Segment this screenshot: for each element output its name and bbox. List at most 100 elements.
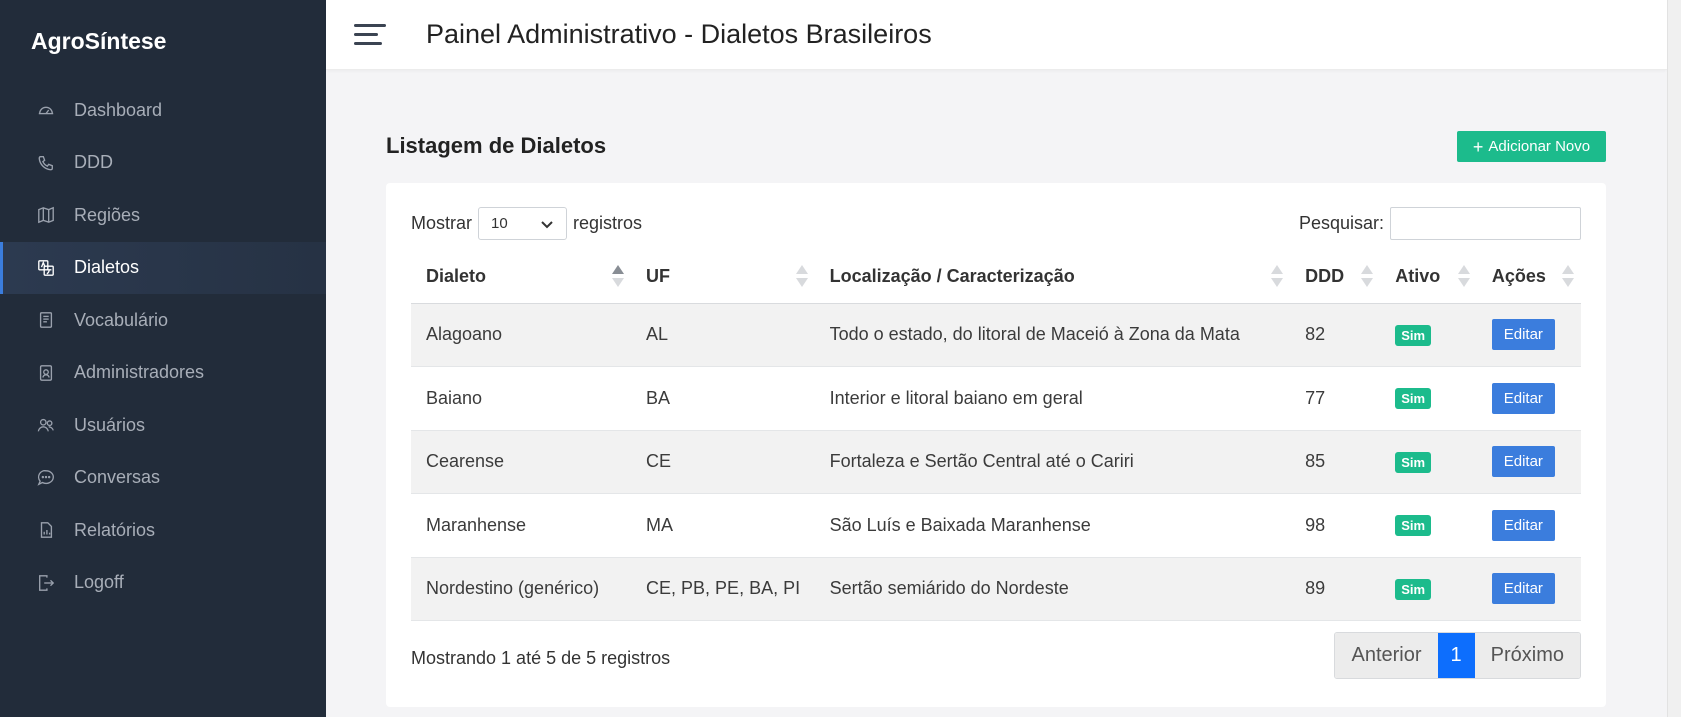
sidebar-item-label: Usuários bbox=[74, 414, 146, 435]
pagination-next[interactable]: Próximo bbox=[1474, 633, 1580, 678]
cell-acoes: Editar bbox=[1476, 366, 1581, 431]
edit-button[interactable]: Editar bbox=[1491, 319, 1555, 351]
sidebar-item-label: Regiões bbox=[74, 204, 141, 225]
sort-icon bbox=[795, 265, 809, 291]
add-new-button[interactable]: + Adicionar Novo bbox=[1457, 131, 1606, 162]
sidebar: AgroSíntese Dashboard DDD Regiões Dialet… bbox=[0, 0, 326, 717]
top-bar: Painel Administrativo - Dialetos Brasile… bbox=[326, 0, 1667, 70]
hamburger-menu-icon[interactable] bbox=[354, 24, 386, 48]
table-row: Baiano BA Interior e litoral baiano em g… bbox=[411, 366, 1581, 431]
sidebar-item-label: DDD bbox=[74, 152, 113, 173]
table-row: Nordestino (genérico) CE, PB, PE, BA, PI… bbox=[411, 557, 1581, 621]
status-badge: Sim bbox=[1395, 388, 1432, 410]
column-header-acoes[interactable]: Ações bbox=[1476, 251, 1581, 304]
page-length-control: Mostrar 10 registros bbox=[411, 207, 642, 240]
edit-button[interactable]: Editar bbox=[1491, 509, 1555, 541]
sidebar-item-label: Dialetos bbox=[74, 257, 140, 278]
sidebar-item-dashboard[interactable]: Dashboard bbox=[0, 84, 326, 137]
chevron-down-icon bbox=[541, 220, 553, 228]
pagination: Anterior 1 Próximo bbox=[1334, 632, 1581, 679]
table-row: Maranhense MA São Luís e Baixada Maranhe… bbox=[411, 493, 1581, 558]
cell-dialeto: Alagoano bbox=[411, 303, 632, 367]
sidebar-item-label: Logoff bbox=[74, 572, 124, 593]
cell-dialeto: Nordestino (genérico) bbox=[411, 557, 632, 621]
show-suffix-label: registros bbox=[573, 213, 643, 233]
cell-uf: MA bbox=[631, 493, 815, 558]
speedometer-icon bbox=[36, 100, 56, 120]
sidebar-item-vocabulario[interactable]: Vocabulário bbox=[0, 294, 326, 347]
journal-icon bbox=[36, 310, 56, 330]
sidebar-item-regioes[interactable]: Regiões bbox=[0, 189, 326, 242]
column-header-label: Dialeto bbox=[426, 266, 487, 287]
search-input[interactable] bbox=[1390, 207, 1581, 240]
status-badge: Sim bbox=[1395, 451, 1432, 473]
brand-logo[interactable]: AgroSíntese bbox=[31, 28, 166, 55]
sidebar-item-conversas[interactable]: Conversas bbox=[0, 452, 326, 505]
page-title: Painel Administrativo - Dialetos Brasile… bbox=[426, 19, 932, 49]
column-header-label: Localização / Caracterização bbox=[829, 266, 1075, 287]
window-scrollbar[interactable] bbox=[1667, 0, 1681, 717]
show-prefix-label: Mostrar bbox=[411, 213, 473, 233]
column-header-dialeto[interactable]: Dialeto bbox=[411, 251, 632, 304]
column-header-ativo[interactable]: Ativo bbox=[1380, 251, 1477, 304]
sort-icon bbox=[1457, 265, 1471, 291]
report-icon bbox=[36, 520, 56, 540]
plus-icon: + bbox=[1472, 136, 1484, 157]
cell-uf: BA bbox=[631, 366, 815, 431]
search-control: Pesquisar: bbox=[1299, 207, 1581, 240]
sidebar-item-label: Dashboard bbox=[74, 99, 163, 120]
page-length-select[interactable]: 10 bbox=[478, 207, 568, 240]
cell-acoes: Editar bbox=[1476, 430, 1581, 494]
cell-ddd: 77 bbox=[1290, 366, 1381, 431]
edit-button[interactable]: Editar bbox=[1491, 573, 1555, 605]
cell-dialeto: Baiano bbox=[411, 366, 632, 431]
cell-ativo: Sim bbox=[1380, 493, 1477, 558]
column-header-label: Ativo bbox=[1395, 266, 1441, 287]
sidebar-item-ddd[interactable]: DDD bbox=[0, 137, 326, 190]
cell-acoes: Editar bbox=[1476, 303, 1581, 367]
edit-button[interactable]: Editar bbox=[1491, 446, 1555, 478]
sidebar-item-administradores[interactable]: Administradores bbox=[0, 347, 326, 400]
cell-ativo: Sim bbox=[1380, 366, 1477, 431]
column-header-localizacao[interactable]: Localização / Caracterização bbox=[814, 251, 1291, 304]
column-header-ddd[interactable]: DDD bbox=[1290, 251, 1381, 304]
cell-dialeto: Cearense bbox=[411, 430, 632, 494]
cell-localizacao: Fortaleza e Sertão Central até o Cariri bbox=[814, 430, 1291, 494]
add-new-label: Adicionar Novo bbox=[1488, 138, 1591, 155]
sort-icon bbox=[611, 265, 625, 291]
sidebar-item-dialetos[interactable]: Dialetos bbox=[0, 241, 326, 294]
pagination-page-1[interactable]: 1 bbox=[1437, 633, 1475, 678]
phone-icon bbox=[36, 153, 56, 173]
cell-uf: CE, PB, PE, BA, PI bbox=[631, 557, 815, 621]
sidebar-item-logoff[interactable]: Logoff bbox=[0, 557, 326, 610]
sidebar-item-usuarios[interactable]: Usuários bbox=[0, 399, 326, 452]
sidebar-item-relatorios[interactable]: Relatórios bbox=[0, 504, 326, 557]
search-label: Pesquisar: bbox=[1298, 213, 1384, 233]
dialects-card: Mostrar 10 registros Pesquisar: Dialeto bbox=[386, 183, 1606, 707]
translate-icon bbox=[36, 258, 56, 278]
chat-icon bbox=[36, 468, 56, 488]
edit-button[interactable]: Editar bbox=[1491, 382, 1555, 414]
table-row: Alagoano AL Todo o estado, do litoral de… bbox=[411, 303, 1581, 367]
table-info: Mostrando 1 até 5 de 5 registros bbox=[411, 648, 671, 668]
logout-icon bbox=[36, 573, 56, 593]
cell-ddd: 98 bbox=[1290, 493, 1381, 558]
sidebar-item-label: Conversas bbox=[74, 467, 161, 488]
cell-ativo: Sim bbox=[1380, 557, 1477, 621]
column-header-uf[interactable]: UF bbox=[631, 251, 815, 304]
sort-icon bbox=[1561, 265, 1575, 291]
cell-uf: CE bbox=[631, 430, 815, 494]
column-header-label: DDD bbox=[1305, 266, 1345, 287]
table-header-row: Dialeto UF Localização / Caracterização … bbox=[411, 251, 1581, 304]
table-row: Cearense CE Fortaleza e Sertão Central a… bbox=[411, 430, 1581, 494]
cell-localizacao: São Luís e Baixada Maranhense bbox=[814, 493, 1291, 558]
cell-ativo: Sim bbox=[1380, 430, 1477, 494]
column-header-label: UF bbox=[646, 266, 671, 287]
cell-localizacao: Todo o estado, do litoral de Maceió à Zo… bbox=[814, 303, 1291, 367]
pagination-previous[interactable]: Anterior bbox=[1335, 633, 1438, 678]
dialects-table: Dialeto UF Localização / Caracterização … bbox=[411, 251, 1581, 621]
cell-uf: AL bbox=[631, 303, 815, 367]
cell-acoes: Editar bbox=[1476, 493, 1581, 558]
cell-dialeto: Maranhense bbox=[411, 493, 632, 558]
sidebar-item-label: Relatórios bbox=[74, 519, 156, 540]
